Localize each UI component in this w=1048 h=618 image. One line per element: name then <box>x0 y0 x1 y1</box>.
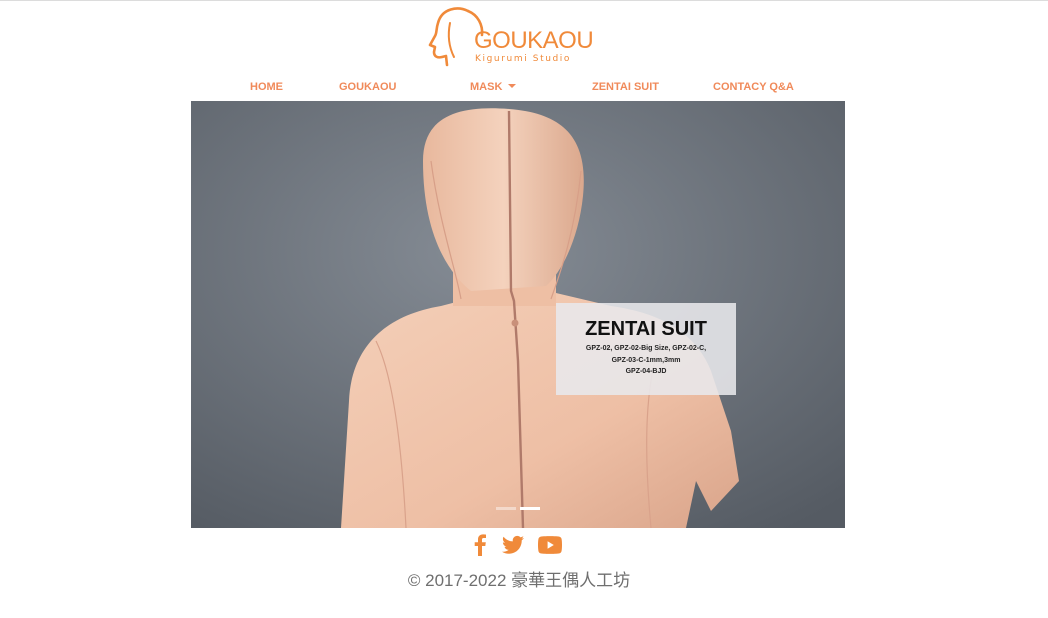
carousel-indicator-2[interactable] <box>520 507 540 510</box>
caption-line: GPZ-04-BJD <box>625 368 667 375</box>
carousel-indicator-1[interactable] <box>496 507 516 510</box>
caption-text: GPZ-02, GPZ-02-Big Size, GPZ-02-C, GPZ-0… <box>556 343 736 378</box>
top-border <box>0 0 1048 1</box>
caret-down-icon <box>508 84 517 88</box>
youtube-icon[interactable] <box>538 534 562 556</box>
caption-title: ZENTAI SUIT <box>585 318 707 340</box>
nav-item-contact-qa[interactable]: CONTACY Q&A <box>713 79 794 95</box>
caption-line: GPZ-02, GPZ-02-Big Size, GPZ-02-C, <box>585 345 707 352</box>
nav-item-goukaou[interactable]: GOUKAOU <box>339 79 396 95</box>
nav-item-home[interactable]: HOME <box>250 79 283 95</box>
carousel-caption: ZENTAI SUIT GPZ-02, GPZ-02-Big Size, GPZ… <box>556 303 736 395</box>
hero-carousel[interactable]: ZENTAI SUIT GPZ-02, GPZ-02-Big Size, GPZ… <box>191 101 845 528</box>
nav-item-zentai-suit[interactable]: ZENTAI SUIT <box>592 79 659 95</box>
twitter-icon[interactable] <box>502 534 524 556</box>
caption-line: GPZ-03-C-1mm,3mm <box>611 356 681 364</box>
nav-item-mask-label: MASK <box>470 81 503 93</box>
facebook-icon[interactable] <box>473 534 487 556</box>
footer-copyright: © 2017-2022 豪華王偶人工坊 <box>407 571 631 590</box>
brand-tagline: Kigurumi Studio <box>475 54 572 64</box>
nav-item-mask[interactable]: MASK <box>470 79 517 95</box>
brand-name: GOUKAOU <box>474 27 594 54</box>
site-logo[interactable]: GOUKAOU Kigurumi Studio <box>428 5 608 67</box>
carousel-indicators <box>496 507 544 510</box>
social-links <box>470 534 570 558</box>
hero-slide-image <box>191 101 845 528</box>
main-nav: HOME GOUKAOU MASK ZENTAI SUIT CONTACY Q&… <box>0 79 1048 97</box>
